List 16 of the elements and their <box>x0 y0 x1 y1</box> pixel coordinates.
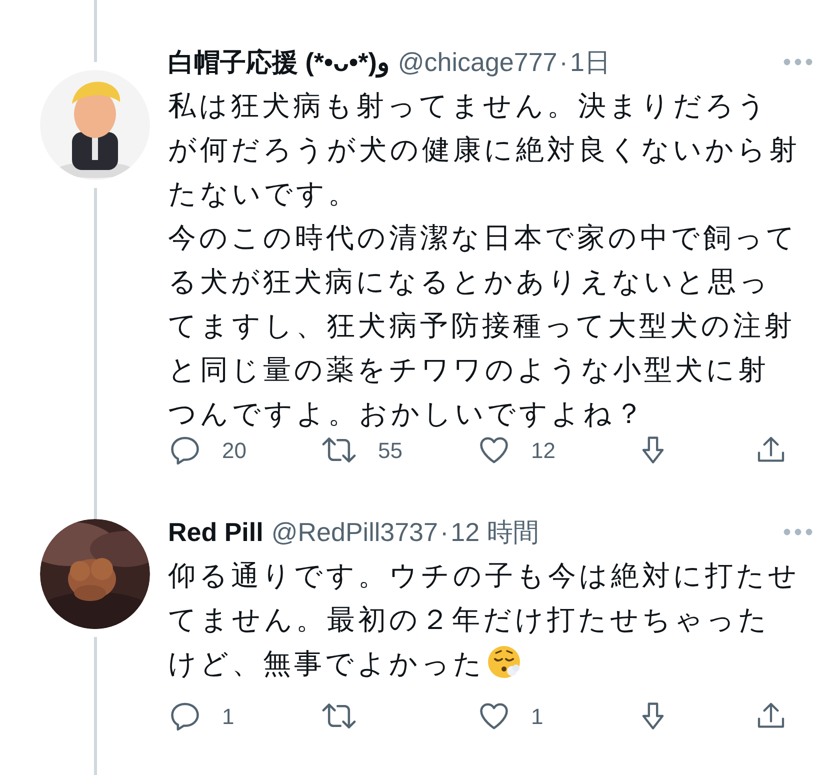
timestamp[interactable]: 12 時間 <box>450 512 539 552</box>
display-name[interactable]: 白帽子応援 (*•ᴗ•*)و <box>168 42 390 82</box>
tweet-text: 私は狂犬病も射ってません。決まりだろうが何だろうが犬の健康に絶対良くないから射たないです。 <box>168 89 800 211</box>
separator: · <box>559 46 568 78</box>
reply-count: 1 <box>222 702 234 730</box>
timestamp[interactable]: 1日 <box>570 42 610 82</box>
like-count: 1 <box>531 702 544 730</box>
reply-count: 20 <box>222 436 246 464</box>
user-handle[interactable]: @chicage777 <box>398 42 558 82</box>
like-count: 12 <box>531 436 556 464</box>
tweet-text: 今のこの時代の清潔な日本で家の中で飼ってる犬が狂犬病になるとかありえないと思ってますし、狂犬病予防接種って大型犬の注射と同じ量の薬をチワワのような小型犬に射つんですよ。おかしいですよね？ <box>168 221 799 431</box>
tweet-text: 仰る通りです。ウチの子も今は絶対に打たせてません。最初の２年だけ打たせちゃったけど、無事でよかった <box>168 559 800 681</box>
display-name[interactable]: Red Pill <box>168 512 264 552</box>
retweet-count: 55 <box>378 436 402 464</box>
separator: · <box>440 516 449 548</box>
user-handle[interactable]: @RedPill3737 <box>271 512 438 552</box>
